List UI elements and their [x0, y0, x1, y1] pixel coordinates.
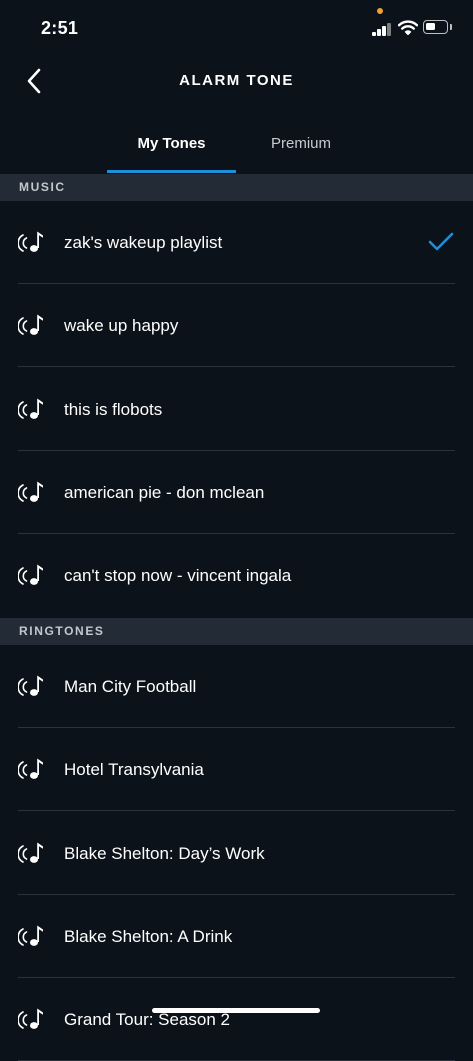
- music-note-icon: [17, 1006, 46, 1032]
- music-note-icon: [17, 673, 46, 699]
- tone-label: wake up happy: [64, 316, 179, 336]
- page-title: ALARM TONE: [179, 72, 294, 89]
- tone-list-item[interactable]: this is flobots: [0, 368, 473, 451]
- tone-label: american pie - don mclean: [64, 482, 265, 502]
- section-header-ringtones: RINGTONES: [0, 618, 473, 645]
- tone-label: Hotel Transylvania: [64, 760, 204, 780]
- tone-label: Man City Football: [64, 677, 197, 696]
- tone-label: zak's wakeup playlist: [64, 233, 223, 252]
- checkmark-icon: [428, 232, 454, 252]
- tone-label: Grand Tour: Season 2: [64, 1010, 231, 1030]
- tone-list-item[interactable]: Hotel Transylvania: [0, 728, 473, 812]
- nav-header: ALARM TONE: [0, 56, 473, 106]
- tone-list-item[interactable]: zak's wakeup playlist: [0, 201, 473, 284]
- music-note-icon: [17, 756, 46, 782]
- cellular-signal-icon: [372, 22, 394, 36]
- music-note-icon: [17, 229, 46, 255]
- privacy-indicator-dot: [377, 8, 383, 14]
- music-note-icon: [17, 479, 46, 505]
- tab-my-tones[interactable]: My Tones: [107, 120, 236, 174]
- tab-selected-indicator: [107, 170, 236, 173]
- tone-label: Blake Shelton: A Drink: [64, 926, 233, 946]
- music-note-icon: [17, 923, 46, 949]
- music-note-icon: [17, 562, 46, 588]
- tone-list-item[interactable]: Man City Football: [0, 645, 473, 728]
- tone-label: this is flobots: [64, 399, 163, 419]
- status-time: 2:51: [41, 18, 79, 38]
- home-indicator: [152, 1008, 320, 1013]
- tab-premium[interactable]: Premium: [236, 120, 366, 174]
- tone-list-item[interactable]: Grand Tour: Season 2: [0, 978, 473, 1061]
- tone-list-item[interactable]: wake up happy: [0, 284, 473, 368]
- status-bar: 2:51: [0, 0, 473, 56]
- section-header-music: MUSIC: [0, 174, 473, 201]
- battery-icon: [423, 20, 448, 34]
- tab-bar: My Tones Premium: [0, 120, 473, 174]
- tone-list-item[interactable]: can't stop now - vincent ingala: [0, 534, 473, 617]
- tone-label: can't stop now - vincent ingala: [64, 566, 292, 586]
- tone-list-item[interactable]: Blake Shelton: Day’s Work: [0, 812, 473, 895]
- music-note-icon: [17, 840, 46, 866]
- battery-nub: [450, 24, 452, 30]
- tone-label: Blake Shelton: Day’s Work: [64, 843, 265, 863]
- music-note-icon: [17, 312, 46, 338]
- tone-list-item[interactable]: american pie - don mclean: [0, 451, 473, 534]
- wifi-icon: [398, 20, 418, 35]
- music-note-icon: [17, 396, 46, 422]
- tone-list-item[interactable]: Blake Shelton: A Drink: [0, 895, 473, 978]
